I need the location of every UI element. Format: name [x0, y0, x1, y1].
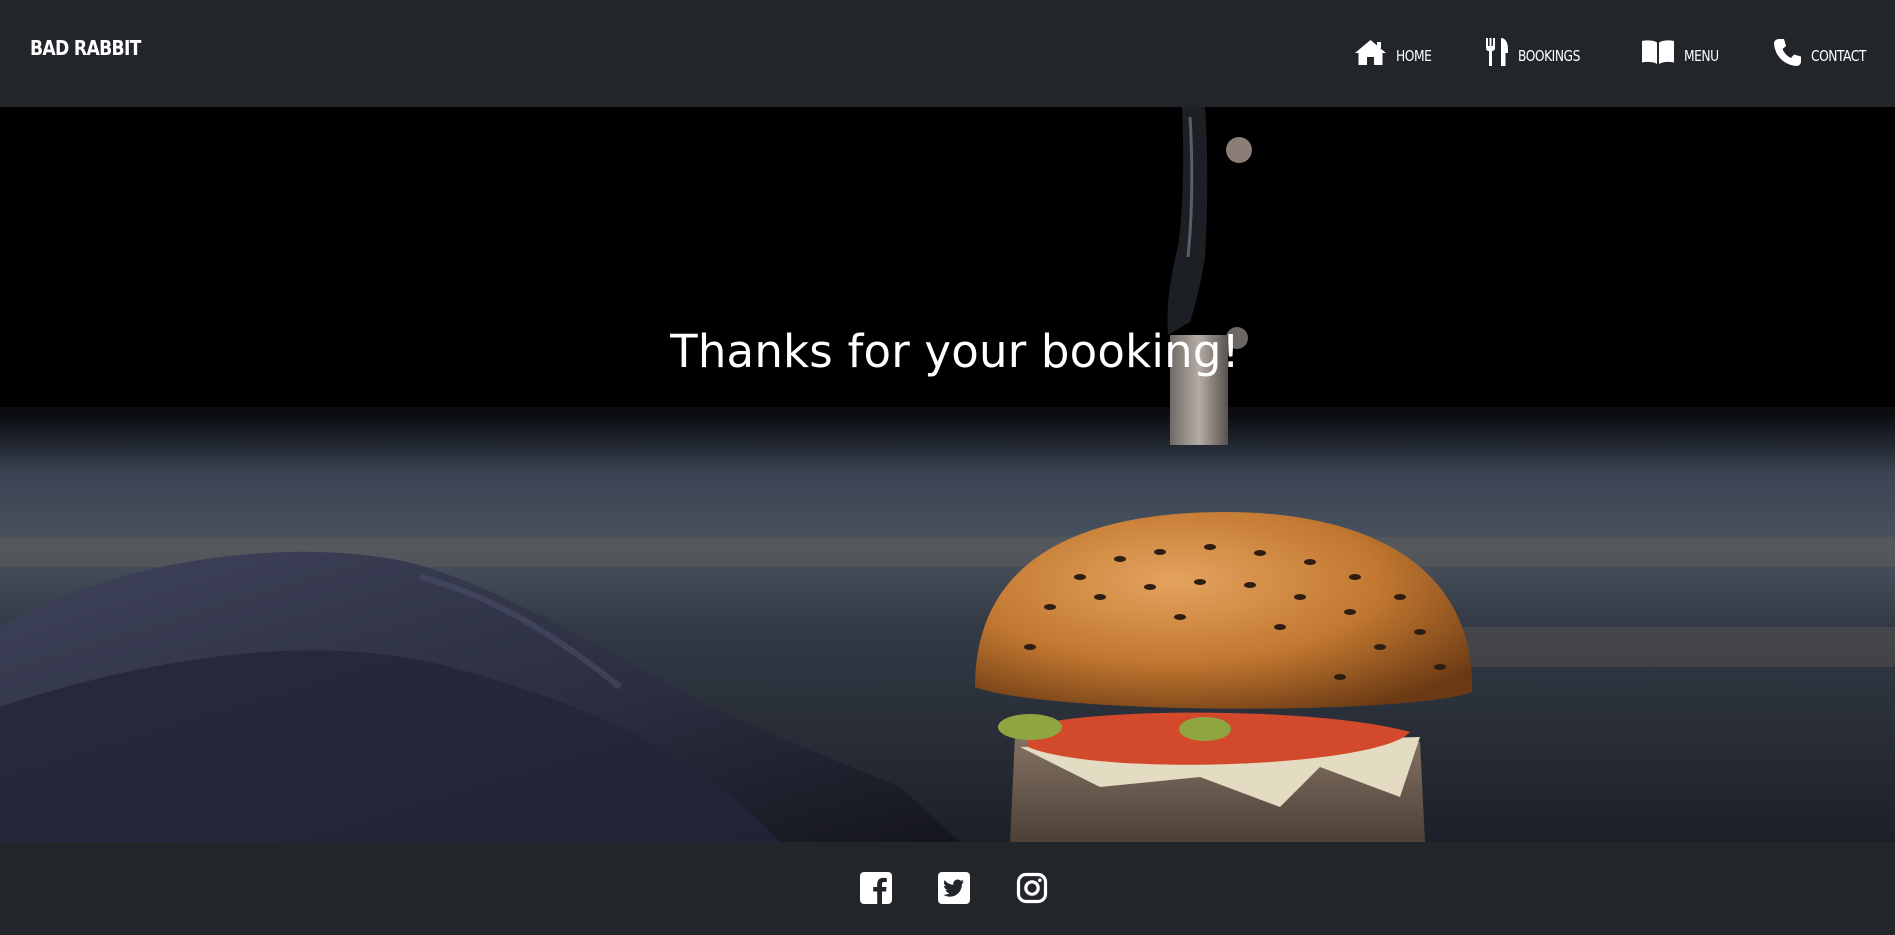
nav-bookings-label: BOOKINGS: [1518, 46, 1580, 65]
instagram-icon: [1016, 872, 1048, 904]
nav-contact-label: CONTACT: [1811, 46, 1866, 65]
nav-home-link[interactable]: HOME: [1354, 39, 1440, 66]
top-navbar: BAD RABBIT HOME BOOKINGS MENU CONTACT: [0, 0, 1895, 107]
nav-home-label: HOME: [1396, 46, 1432, 65]
footer: [0, 842, 1895, 935]
twitter-link[interactable]: [938, 872, 970, 904]
home-icon: [1355, 39, 1386, 65]
phone-icon: [1774, 38, 1801, 66]
nav-bookings-link[interactable]: BOOKINGS: [1485, 37, 1596, 67]
facebook-icon: [860, 872, 892, 904]
book-icon: [1642, 40, 1674, 64]
burger-with-knife-photo: [0, 107, 1895, 842]
facebook-link[interactable]: [860, 872, 892, 904]
brand-logo-link[interactable]: BAD RABBIT: [30, 36, 141, 60]
main-nav: HOME BOOKINGS MENU CONTACT: [1354, 37, 1873, 67]
nav-menu-link[interactable]: MENU: [1641, 39, 1728, 65]
social-links: [860, 872, 1048, 904]
hero-section: Thanks for your booking!: [0, 107, 1895, 842]
instagram-link[interactable]: [1016, 872, 1048, 904]
nav-menu-label: MENU: [1684, 46, 1719, 65]
cutlery-icon: [1486, 38, 1508, 66]
twitter-icon: [938, 872, 970, 904]
nav-contact-link[interactable]: CONTACT: [1773, 38, 1873, 67]
page-title: Thanks for your booking!: [670, 325, 1240, 378]
